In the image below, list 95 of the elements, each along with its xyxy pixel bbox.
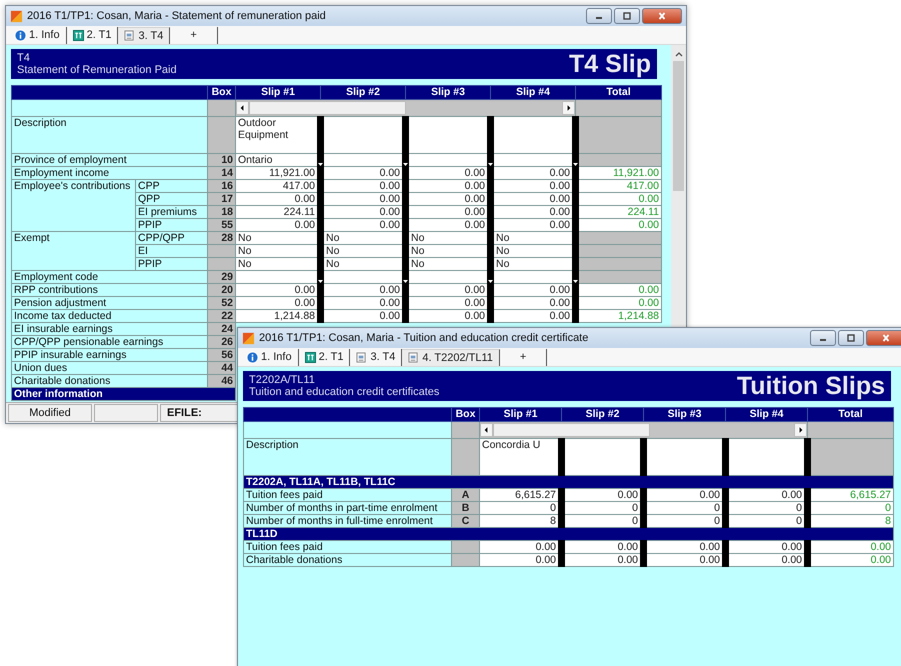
scroll-thumb[interactable]	[493, 423, 650, 437]
form-code: T2202A/TL11	[249, 374, 316, 386]
close-button[interactable]	[866, 330, 901, 346]
scroll-right-icon[interactable]	[794, 423, 807, 437]
close-button[interactable]	[642, 8, 682, 24]
tab[interactable]: 4. T2202/TL11	[402, 348, 500, 366]
column-header: Slip #1	[236, 86, 320, 100]
row-label: Employee's contributions	[12, 180, 136, 232]
row-label: Income tax deducted	[12, 310, 208, 322]
section-heading: TL11D	[246, 528, 278, 540]
maximize-button[interactable]	[614, 8, 640, 24]
maximize-button[interactable]	[838, 330, 864, 346]
form-code: T4	[17, 52, 31, 64]
status-text: Modified	[8, 404, 92, 422]
horizontal-scrollbar[interactable]	[480, 424, 807, 436]
close-icon	[881, 334, 891, 342]
tab[interactable]: +	[170, 26, 218, 44]
row-label: Tuition fees paid	[244, 540, 452, 554]
app-logo-icon	[242, 332, 255, 344]
form-subtitle: Statement of Remuneration Paid	[17, 64, 177, 76]
document-icon	[124, 30, 136, 41]
column-header: Box	[452, 408, 480, 422]
section-heading: Other information	[14, 388, 103, 400]
window-title: 2016 T1/TP1: Cosan, Maria - Tuition and education credit certificate	[259, 332, 588, 344]
column-header: Slip #3	[406, 86, 490, 100]
column-header: Slip #2	[562, 408, 644, 422]
row-label: Tuition fees paid	[244, 488, 452, 502]
column-header: Total	[576, 86, 662, 100]
scroll-left-icon[interactable]	[236, 101, 249, 115]
column-header: Slip #2	[320, 86, 406, 100]
blank-cell	[208, 116, 236, 154]
row-label: Charitable donations	[12, 374, 208, 388]
row-label: Description	[244, 438, 452, 476]
form-subtitle: Tuition and education credit certificates	[249, 386, 440, 398]
tab[interactable]: 1. Info	[241, 348, 299, 366]
scroll-right-icon[interactable]	[562, 101, 575, 115]
row-label: Number of months in part-time enrolment	[244, 502, 452, 514]
row-label: PPIP insurable earnings	[12, 348, 208, 362]
dropdown-arrow-icon[interactable]	[318, 280, 323, 283]
row-label: Description	[12, 116, 208, 154]
document-icon	[356, 352, 368, 362]
dropdown-arrow-icon[interactable]	[318, 163, 323, 166]
dropdown-arrow-icon[interactable]	[573, 280, 578, 283]
form-heading: T4 Slip	[569, 50, 651, 78]
scroll-thumb[interactable]	[673, 61, 684, 191]
column-header: Box	[208, 86, 236, 100]
column-header: Total	[808, 408, 894, 422]
dropdown-arrow-icon[interactable]	[573, 163, 578, 166]
row-label: EI premiums	[136, 206, 208, 218]
row-label: QPP	[136, 192, 208, 206]
row-label: CPP/QPP	[136, 232, 208, 244]
dropdown-arrow-icon[interactable]	[403, 163, 408, 166]
section-heading: T2202A, TL11A, TL11B, TL11C	[246, 476, 396, 488]
minimize-button[interactable]	[586, 8, 612, 24]
column-header: Slip #4	[490, 86, 576, 100]
row-label: Union dues	[12, 362, 208, 374]
scroll-thumb[interactable]	[249, 101, 406, 115]
row-label: EI insurable earnings	[12, 322, 208, 336]
row-label: Number of months in full-time enrolment	[244, 514, 452, 528]
tab[interactable]: 2. T1	[298, 348, 350, 366]
column-header: Slip #4	[726, 408, 808, 422]
row-label: Employment income	[12, 166, 208, 180]
row-label: Exempt	[12, 232, 136, 270]
form-icon	[304, 352, 316, 362]
row-label: PPIP	[136, 258, 208, 270]
dropdown-arrow-icon[interactable]	[488, 280, 493, 283]
info-icon	[15, 30, 26, 40]
scroll-left-icon[interactable]	[480, 423, 493, 437]
column-header: Slip #1	[480, 408, 562, 422]
tab[interactable]: 1. Info	[9, 26, 67, 44]
window-title: 2016 T1/TP1: Cosan, Maria - Statement of remuneration paid	[27, 10, 326, 22]
row-label: RPP contributions	[12, 284, 208, 296]
horizontal-scrollbar[interactable]	[236, 102, 575, 114]
row-label: CPP/QPP pensionable earnings	[12, 336, 208, 348]
maximize-icon	[846, 334, 856, 342]
tab[interactable]: +	[500, 348, 548, 366]
minimize-button[interactable]	[810, 330, 836, 346]
close-icon	[657, 12, 667, 20]
row-label: PPIP	[136, 218, 208, 232]
row-label: Pension adjustment	[12, 296, 208, 310]
tab[interactable]: 3. T4	[118, 26, 170, 44]
row-label: EI	[136, 244, 208, 258]
dropdown-arrow-icon[interactable]	[488, 163, 493, 166]
maximize-icon	[622, 12, 632, 20]
form-heading: Tuition Slips	[736, 372, 885, 400]
info-icon	[247, 352, 258, 362]
row-label: Charitable donations	[244, 554, 452, 566]
form-icon	[72, 30, 84, 40]
column-header: Slip #3	[644, 408, 726, 422]
row-label: Employment code	[12, 270, 208, 284]
row-label: CPP	[136, 180, 208, 192]
document-icon	[408, 352, 420, 363]
row-label: Province of employment	[12, 154, 208, 166]
dropdown-arrow-icon[interactable]	[403, 280, 408, 283]
app-logo-icon	[10, 10, 23, 22]
